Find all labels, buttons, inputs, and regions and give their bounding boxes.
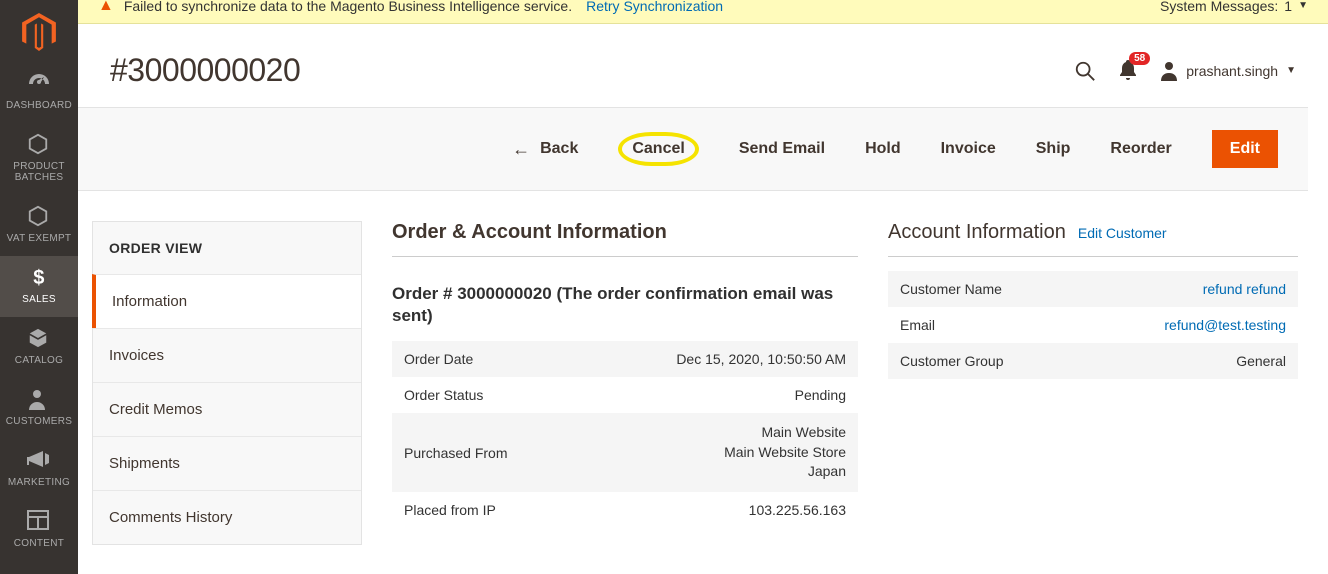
system-messages-bar: ▲ Failed to synchronize data to the Mage… xyxy=(78,0,1328,24)
magento-logo-icon xyxy=(22,13,56,51)
layout-icon xyxy=(27,510,51,534)
account-info-heading: Account Information xyxy=(888,221,1066,244)
edit-customer-link[interactable]: Edit Customer xyxy=(1078,225,1167,241)
section-heading: Order & Account Information xyxy=(392,221,858,257)
hexagon-icon xyxy=(27,133,51,157)
system-messages-count: 1 xyxy=(1284,0,1292,14)
order-status-label: Order Status xyxy=(392,377,602,413)
system-messages-toggle[interactable]: System Messages: 1 ▼ xyxy=(1160,0,1308,14)
order-date-label: Order Date xyxy=(392,341,602,377)
purchased-from-value: Main Website Main Website Store Japan xyxy=(602,413,858,492)
table-row: Order Date Dec 15, 2020, 10:50:50 AM xyxy=(392,341,858,377)
tab-information[interactable]: Information xyxy=(92,274,361,328)
system-messages-label: System Messages: xyxy=(1160,0,1278,14)
send-email-button[interactable]: Send Email xyxy=(739,140,825,158)
order-info-section: Order & Account Information Order # 3000… xyxy=(392,221,858,545)
order-date-value: Dec 15, 2020, 10:50:50 AM xyxy=(602,341,858,377)
order-status-value: Pending xyxy=(602,377,858,413)
customer-group-value: General xyxy=(1079,343,1298,379)
edit-button[interactable]: Edit xyxy=(1212,130,1278,168)
table-row: Order Status Pending xyxy=(392,377,858,413)
highlight-annotation: Cancel xyxy=(618,132,698,166)
sidebar-item-vat-exempt[interactable]: VAT EXEMPT xyxy=(0,195,78,256)
search-button[interactable] xyxy=(1074,60,1096,82)
user-menu[interactable]: prashant.singh ▼ xyxy=(1160,61,1296,81)
magento-logo[interactable] xyxy=(19,12,59,52)
customer-email-label: Email xyxy=(888,307,1079,343)
megaphone-icon xyxy=(27,449,51,473)
reorder-button[interactable]: Reorder xyxy=(1110,140,1171,158)
search-icon xyxy=(1074,60,1096,82)
notifications-button[interactable]: 58 xyxy=(1118,60,1138,82)
page-title: #3000000020 xyxy=(110,52,1074,89)
table-row: Customer Group General xyxy=(888,343,1298,379)
back-button[interactable]: ← Back xyxy=(512,139,578,160)
customer-group-label: Customer Group xyxy=(888,343,1079,379)
sidebar-item-label: CATALOG xyxy=(0,355,78,366)
chevron-down-icon: ▼ xyxy=(1298,0,1308,11)
sidebar-item-sales[interactable]: $ SALES xyxy=(0,256,78,317)
sidebar-item-label: CONTENT xyxy=(0,538,78,549)
sidebar-item-label: CUSTOMERS xyxy=(0,416,78,427)
table-row: Placed from IP 103.225.56.163 xyxy=(392,492,858,528)
account-details-table: Customer Name refund refund Email refund… xyxy=(888,271,1298,379)
ship-button[interactable]: Ship xyxy=(1036,140,1071,158)
order-view-title: ORDER VIEW xyxy=(93,222,361,274)
sidebar-item-customers[interactable]: CUSTOMERS xyxy=(0,378,78,439)
order-details-table: Order Date Dec 15, 2020, 10:50:50 AM Ord… xyxy=(392,341,858,528)
hold-button[interactable]: Hold xyxy=(865,140,901,158)
tab-credit-memos[interactable]: Credit Memos xyxy=(93,382,361,436)
sidebar-item-product-batches[interactable]: PRODUCT BATCHES xyxy=(0,123,78,195)
sidebar-item-label: DASHBOARD xyxy=(0,100,78,111)
customer-name-label: Customer Name xyxy=(888,271,1079,307)
sidebar-item-marketing[interactable]: MARKETING xyxy=(0,439,78,500)
admin-sidebar: DASHBOARD PRODUCT BATCHES VAT EXEMPT $ S… xyxy=(0,0,78,574)
sidebar-item-dashboard[interactable]: DASHBOARD xyxy=(0,62,78,123)
customer-name-value[interactable]: refund refund xyxy=(1203,281,1286,297)
sidebar-item-label: MARKETING xyxy=(0,477,78,488)
purchased-from-label: Purchased From xyxy=(392,413,602,492)
placed-ip-value: 103.225.56.163 xyxy=(602,492,858,528)
user-icon xyxy=(1160,61,1178,81)
order-action-bar: ← Back Cancel Send Email Hold Invoice Sh… xyxy=(78,107,1308,191)
page-header: #3000000020 58 prashant.singh ▼ xyxy=(78,24,1328,107)
tab-shipments[interactable]: Shipments xyxy=(93,436,361,490)
invoice-button[interactable]: Invoice xyxy=(941,140,996,158)
order-view-tabs: ORDER VIEW Information Invoices Credit M… xyxy=(92,221,362,545)
warning-icon: ▲ xyxy=(98,0,114,15)
system-message-text: Failed to synchronize data to the Magent… xyxy=(124,0,572,14)
hexagon-icon xyxy=(27,205,51,229)
tab-comments-history[interactable]: Comments History xyxy=(93,490,361,544)
cube-icon xyxy=(27,327,51,351)
table-row: Purchased From Main Website Main Website… xyxy=(392,413,858,492)
sidebar-item-label: VAT EXEMPT xyxy=(0,233,78,244)
table-row: Customer Name refund refund xyxy=(888,271,1298,307)
tab-invoices[interactable]: Invoices xyxy=(93,328,361,382)
sidebar-item-label: PRODUCT BATCHES xyxy=(0,161,78,183)
chevron-down-icon: ▼ xyxy=(1286,65,1296,76)
account-info-section: Account Information Edit Customer Custom… xyxy=(888,221,1298,545)
notification-badge: 58 xyxy=(1129,52,1150,65)
sidebar-item-label: SALES xyxy=(0,294,78,305)
placed-ip-label: Placed from IP xyxy=(392,492,602,528)
user-name: prashant.singh xyxy=(1186,63,1278,79)
customer-email-value[interactable]: refund@test.testing xyxy=(1164,317,1286,333)
table-row: Email refund@test.testing xyxy=(888,307,1298,343)
person-icon xyxy=(27,388,51,412)
arrow-left-icon: ← xyxy=(512,139,530,160)
gauge-icon xyxy=(27,72,51,96)
back-label: Back xyxy=(540,140,578,158)
sidebar-item-catalog[interactable]: CATALOG xyxy=(0,317,78,378)
cancel-button[interactable]: Cancel xyxy=(632,140,684,158)
dollar-icon: $ xyxy=(27,266,51,290)
retry-sync-link[interactable]: Retry Synchronization xyxy=(586,0,723,14)
sidebar-item-content[interactable]: CONTENT xyxy=(0,500,78,561)
order-title: Order # 3000000020 (The order confirmati… xyxy=(392,283,858,327)
